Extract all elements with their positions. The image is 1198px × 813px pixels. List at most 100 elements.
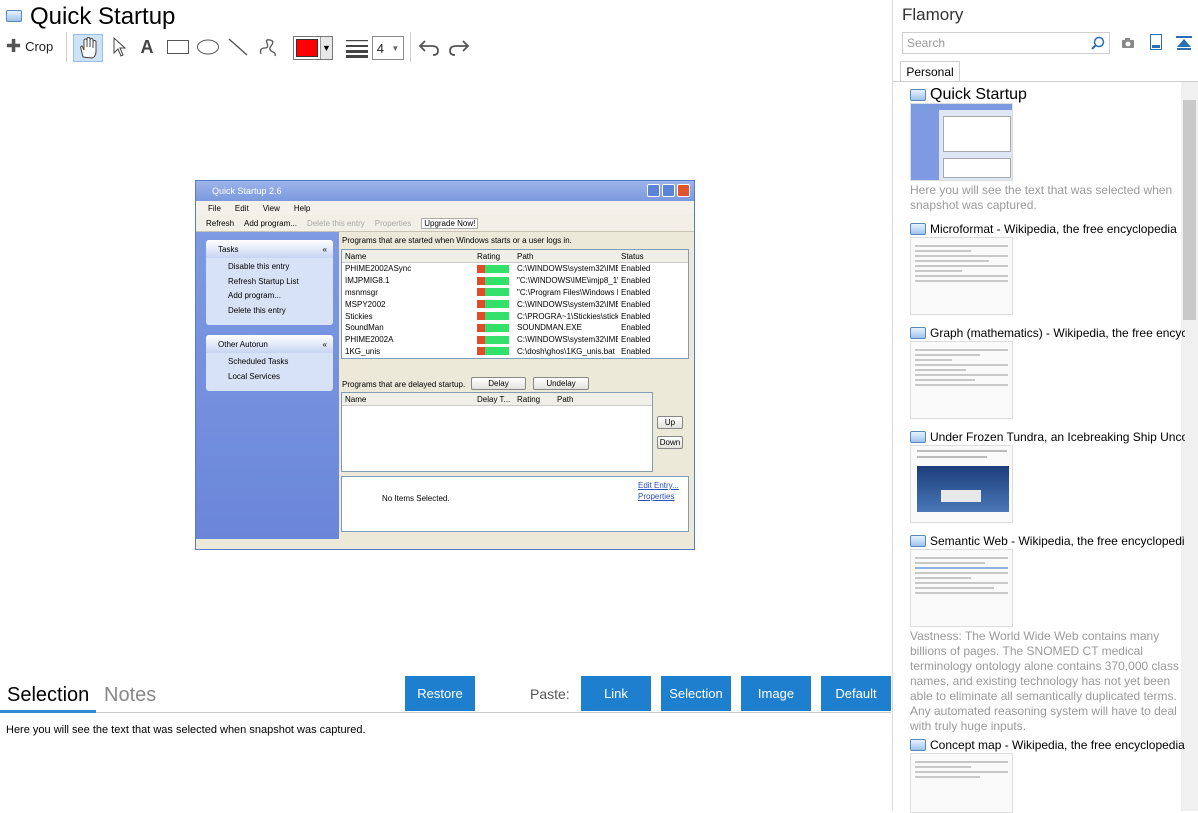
search-placeholder: Search [907,36,946,50]
line-weight-icon [346,38,368,63]
snapshot-cell-rating [474,323,514,332]
page-icon [910,739,926,751]
snapshot-cell-rating [474,335,514,344]
toolbar-divider [410,32,411,62]
page-icon[interactable] [1150,34,1162,55]
item-description: Here you will see the text that was sele… [910,183,1173,212]
snapshot-tool: Refresh [206,218,235,228]
hand-tool-button[interactable] [73,34,103,62]
snapshot-menu-item: Help [293,203,311,213]
rectangle-icon [167,40,189,54]
item-thumbnail [910,549,1013,627]
snapshot-cell-rating [474,300,514,309]
search-icon [1091,36,1105,50]
pointer-tool-button[interactable] [106,34,132,60]
item-title: Semantic Web - Wikipedia, the free encyc… [930,534,1185,548]
rating-bar [477,323,509,332]
paste-label: Paste: [530,686,570,702]
page-icon [910,535,926,547]
item-thumbnail [910,103,1013,181]
close-icon [677,184,690,197]
maximize-icon [662,184,675,197]
item-title: Microformat - Wikipedia, the free encycl… [930,222,1177,236]
snapshot-row: PHIME2002A C:\WINDOWS\system32\IME\ Enable… [342,334,688,346]
snapshot-edit-entry: Edit Entry... [638,481,679,490]
hand-icon [80,36,97,59]
paste-link-button[interactable]: Link [581,676,651,711]
collapse-icon: « [322,339,327,349]
snapshot-cell-path: C:\PROGRA~1\Stickies\stickie [517,311,618,321]
snapshot-cell-name: IMJPMIG8.1 [345,276,390,286]
item-thumbnail [910,753,1013,813]
snapshot-col: Rating [477,251,501,261]
snapshot-menu-item: Edit [234,203,249,213]
item-thumbnail [910,237,1013,315]
snapshot-tool: Delete this entry [306,218,365,228]
snapshot-col: Path [517,251,534,261]
snapshot-cell-status: Enabled [621,311,651,321]
freehand-tool-button[interactable] [255,34,281,60]
snapshot-cell-path: C:\WINDOWS\system32\IME\ [517,335,618,345]
eject-icon[interactable] [1176,36,1192,55]
rating-bar [477,300,509,309]
rating-bar [477,312,509,321]
snapshot-cell-name: PHIME2002A [345,335,394,345]
paste-image-button[interactable]: Image [741,676,811,711]
crop-button[interactable]: ✚ Crop [6,36,53,57]
crop-label: Crop [25,39,54,54]
line-width-select[interactable]: 4 ▼ [372,36,404,60]
text-tool-button[interactable]: A [134,34,160,60]
ellipse-tool-button[interactable] [195,34,221,60]
snapshot-row: Stickies C:\PROGRA~1\Stickies\stickie Enab… [342,310,688,322]
snapshot-tool: Properties [374,218,412,228]
redo-button[interactable] [446,34,472,60]
snapshot-tasks-title: Tasks [218,244,239,254]
snapshot-cell-status: Enabled [621,299,651,309]
pointer-icon [113,37,126,57]
snapshot-cell-name: Stickies [345,311,373,321]
restore-button[interactable]: Restore [405,676,475,711]
snapshot-cell-rating [474,347,514,356]
camera-icon[interactable] [1121,36,1135,54]
line-tool-button[interactable] [225,34,251,60]
tab-personal[interactable]: Personal [900,61,960,82]
snapshot-cell-name: msnmsgr [345,287,378,297]
item-description: Vastness: The World Wide Web contains ma… [910,629,1179,732]
undo-button[interactable] [416,34,442,60]
color-swatch [296,39,318,57]
chevron-down-icon: ▼ [320,37,332,59]
snapshot-tool: Upgrade Now! [421,217,479,229]
tab-notes[interactable]: Notes [104,684,156,707]
snapshot-row: IMJPMIG8.1 "C:\WINDOWS\IME\imjp8_1\I Enabl… [342,275,688,287]
snapshot-cell-path: C:\WINDOWS\system32\IME\ [517,299,618,309]
search-input[interactable]: Search [902,32,1110,54]
paste-selection-button[interactable]: Selection [661,676,731,711]
chevron-down-icon: ▼ [391,43,400,53]
snapshot-other-item: Scheduled Tasks [228,357,289,367]
flamory-sidebar: Flamory Search Personal Quick Startup He… [892,0,1198,813]
item-title: Graph (mathematics) - Wikipedia, the fre… [930,326,1185,340]
text-icon: A [140,36,154,57]
snapshot-delay-button: Delay [471,377,526,390]
snapshot-other-panel: Other Autorun « Scheduled Tasks Local Ser… [206,335,333,391]
color-picker[interactable]: ▼ [293,36,333,60]
paste-default-button[interactable]: Default [821,676,891,711]
snapshot-details-box: No Items Selected. Edit Entry... Propert… [341,476,689,532]
tab-selection[interactable]: Selection [7,684,89,707]
snapshot-cell-rating [474,288,514,297]
snapshot-menubar: File Edit View Help [196,201,694,215]
snapshot-main: Programs that are started when Windows s… [341,236,691,541]
snapshot-delayed-grid: Name Delay T... Rating Path [341,392,653,472]
scrollbar-thumb[interactable] [1183,100,1196,320]
snapshot-task: Add program... [228,291,281,301]
snapshot-task: Refresh Startup List [228,276,299,286]
snapshot-programs-caption: Programs that are started when Windows s… [342,236,572,245]
line-width-value: 4 [376,40,384,56]
snapshot-rows: PHIME2002ASync C:\WINDOWS\system32\IME\ En… [342,263,688,357]
snapshot-tasks-panel: Tasks « Disable this entry Refresh Startu… [206,240,333,325]
rectangle-tool-button[interactable] [165,34,191,60]
snapshot-cell-status: Enabled [621,323,651,333]
page-icon [910,89,926,101]
minimize-icon [647,184,660,197]
snapshot-cell-name: SoundMan [345,323,384,333]
